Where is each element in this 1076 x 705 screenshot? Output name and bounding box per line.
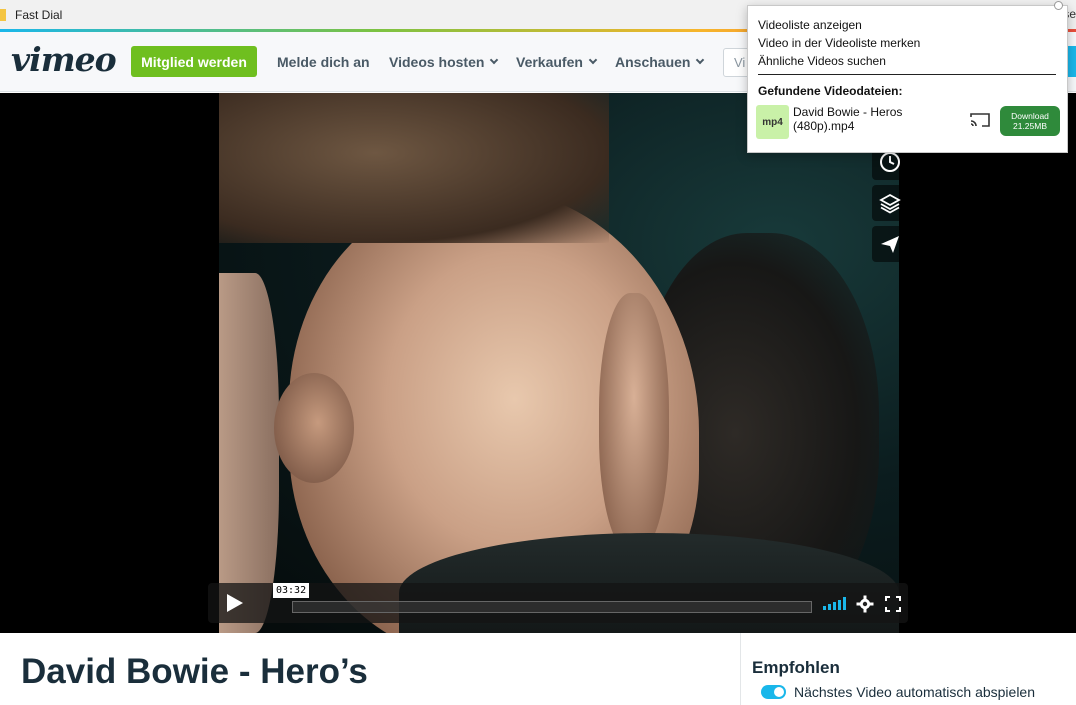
autoplay-label: Nächstes Video automatisch abspielen bbox=[794, 684, 1036, 700]
paper-plane-icon bbox=[881, 236, 899, 253]
video-scene-left-figure bbox=[219, 273, 279, 633]
nav-watch[interactable]: Anschauen bbox=[615, 54, 705, 70]
autoplay-toggle[interactable] bbox=[761, 685, 786, 699]
chevron-down-icon bbox=[696, 55, 705, 65]
video-scene-ear bbox=[274, 373, 354, 483]
fullscreen-icon[interactable] bbox=[885, 596, 901, 612]
bookmark-fast-dial[interactable]: Fast Dial bbox=[15, 8, 62, 22]
divider bbox=[758, 74, 1056, 75]
vimeo-logo[interactable]: vimeo bbox=[11, 40, 117, 79]
video-downloader-popup: Videoliste anzeigen Video in der Videoli… bbox=[747, 5, 1068, 153]
recommended-heading: Empfohlen bbox=[752, 658, 840, 677]
folder-icon bbox=[0, 8, 6, 21]
download-button[interactable]: Download 21.25MB bbox=[1000, 106, 1060, 136]
nav-login-label: Melde dich an bbox=[277, 54, 370, 70]
video-title: David Bowie - Hero’s bbox=[21, 652, 368, 691]
nav-sell-label: Verkaufen bbox=[516, 54, 583, 70]
settings-gear-icon[interactable] bbox=[856, 595, 874, 613]
popup-close-icon[interactable] bbox=[1054, 1, 1063, 10]
chevron-down-icon bbox=[490, 55, 499, 65]
collections-button[interactable] bbox=[872, 185, 908, 221]
menu-show-video-list[interactable]: Videoliste anzeigen bbox=[758, 18, 862, 32]
nav-host-videos[interactable]: Videos hosten bbox=[389, 54, 499, 70]
found-files-heading: Gefundene Videodateien: bbox=[758, 84, 903, 98]
play-button[interactable] bbox=[223, 592, 245, 619]
video-scene-hair bbox=[219, 93, 609, 243]
nav-watch-label: Anschauen bbox=[615, 54, 691, 70]
nav-login[interactable]: Melde dich an bbox=[277, 54, 370, 70]
current-time-tooltip: 03:32 bbox=[273, 583, 310, 598]
share-button[interactable] bbox=[872, 226, 908, 262]
nav-sell[interactable]: Verkaufen bbox=[516, 54, 598, 70]
chevron-down-icon bbox=[588, 55, 598, 65]
play-icon bbox=[227, 594, 243, 612]
nav-host-videos-label: Videos hosten bbox=[389, 54, 485, 70]
layers-icon bbox=[879, 193, 901, 214]
join-button[interactable]: Mitglied werden bbox=[131, 46, 257, 77]
menu-similar-videos[interactable]: Ähnliche Videos suchen bbox=[758, 54, 886, 68]
clock-icon bbox=[880, 152, 900, 172]
progress-bar[interactable] bbox=[292, 601, 812, 613]
video-scene-cheek bbox=[599, 293, 669, 553]
cast-icon[interactable] bbox=[970, 112, 990, 128]
video-frame[interactable] bbox=[219, 93, 899, 633]
menu-remember-video[interactable]: Video in der Videoliste merken bbox=[758, 36, 920, 50]
file-name: David Bowie - Heros (480p).mp4 bbox=[793, 105, 903, 133]
file-format-badge: mp4 bbox=[756, 105, 789, 139]
download-size: 21.25MB bbox=[1012, 121, 1048, 131]
download-label: Download bbox=[1011, 111, 1049, 121]
volume-control[interactable] bbox=[823, 597, 846, 610]
upload-button-edge[interactable] bbox=[1068, 46, 1076, 77]
player-controls bbox=[208, 583, 908, 623]
recommended-panel: Empfohlen Nächstes Video automatisch abs… bbox=[740, 633, 1076, 705]
